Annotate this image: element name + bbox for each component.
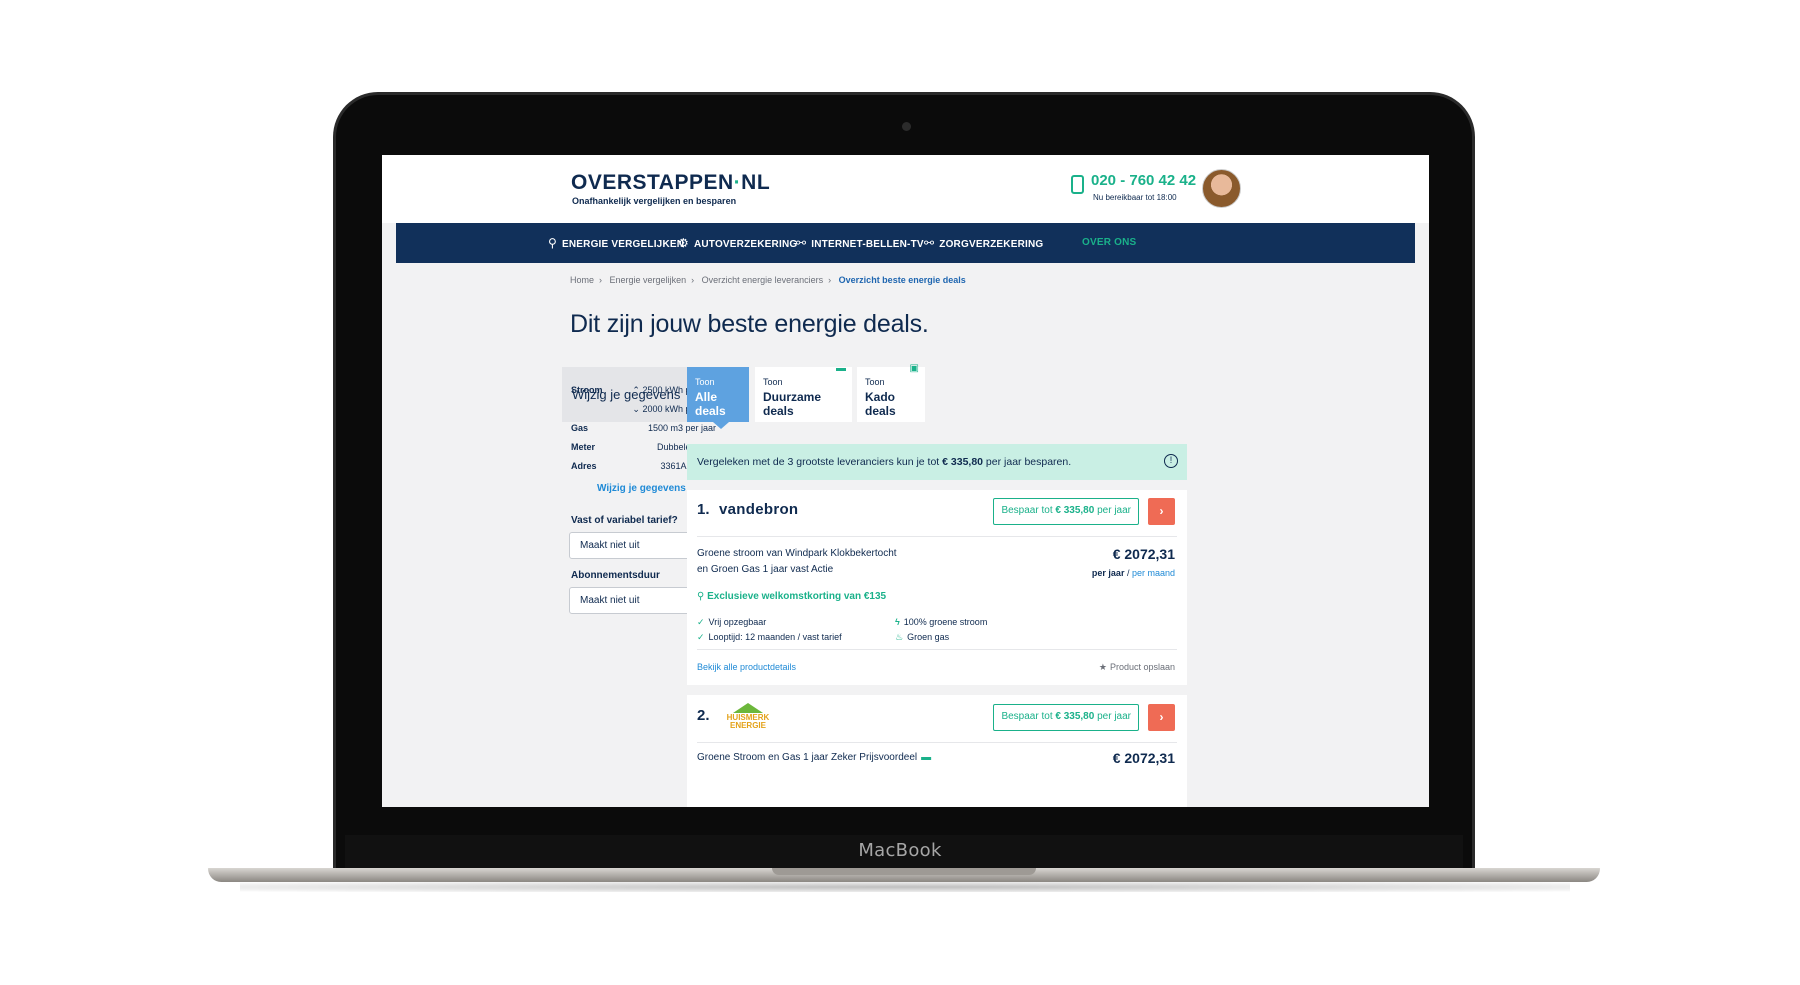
- money-icon: ▬: [921, 752, 932, 763]
- camera-icon: [902, 122, 911, 131]
- connection-icon: ⚯: [796, 236, 807, 250]
- deal-go-button[interactable]: ›: [1148, 704, 1175, 731]
- per-maand-link[interactable]: per maand: [1132, 568, 1175, 578]
- laptop-notch: [772, 868, 1036, 875]
- tab-duurzame-deals[interactable]: ▬ Toon Duurzame deals: [755, 363, 852, 422]
- site-logo[interactable]: OVERSTAPPEN·NL: [571, 171, 770, 195]
- deal-rank: 2.: [697, 707, 710, 724]
- logo-text: HUISMERK ENERGIE: [726, 713, 770, 730]
- product-name: Groene stroom van Windpark Klokbekertoch…: [697, 548, 897, 575]
- nav-over-ons[interactable]: OVER ONS: [1082, 223, 1136, 263]
- deal-rank: 1.: [697, 501, 710, 518]
- provider-logo: HUISMERK ENERGIE: [725, 703, 771, 733]
- star-icon: ★: [1098, 662, 1107, 672]
- nav-energie-vergelijken[interactable]: ⚲ ENERGIE VERGELIJKEN: [548, 223, 684, 263]
- product-save-link[interactable]: ★ Product opslaan: [1099, 662, 1175, 673]
- device-label: MacBook: [858, 840, 942, 861]
- gift-icon: ▣: [909, 363, 919, 374]
- avatar: [1202, 169, 1241, 208]
- tab-small-label: Toon: [865, 377, 885, 387]
- chevron-right-icon: ›: [599, 275, 603, 285]
- check-icon: ✓: [697, 632, 705, 642]
- bespaar-button[interactable]: Bespaar tot € 335,80 per jaar: [993, 498, 1139, 525]
- phone-icon: [1071, 175, 1084, 194]
- house-icon: [733, 703, 763, 713]
- breadcrumb-current: Overzicht beste energie deals: [838, 275, 966, 285]
- chevron-right-icon: ›: [828, 275, 832, 285]
- screen: OVERSTAPPEN·NL Onafhankelijk vergelijken…: [382, 155, 1429, 807]
- location-pin-icon: ⚲: [548, 236, 557, 250]
- deal-card: 2. HUISMERK ENERGIE Bespaar tot € 335,80…: [687, 695, 1187, 807]
- flame-icon: ♨: [895, 632, 904, 642]
- divider: [697, 649, 1177, 650]
- chevron-right-icon: ›: [691, 275, 695, 285]
- feature-item: ♨ Groen gas: [895, 632, 950, 642]
- price-period: per jaar / per maand: [1091, 568, 1175, 578]
- deal-price: € 2072,31: [1112, 750, 1175, 766]
- breadcrumb-leveranciers[interactable]: Overzicht energie leveranciers: [702, 275, 824, 285]
- money-icon: ▬: [836, 363, 846, 374]
- chevron-down-icon: ⌄: [632, 404, 643, 414]
- breadcrumb-energie[interactable]: Energie vergelijken: [610, 275, 687, 285]
- deal-go-button[interactable]: ›: [1148, 498, 1175, 525]
- nav-zorgverzekering[interactable]: ⚯ ZORGVERZEKERING: [924, 223, 1043, 263]
- breadcrumb: Home › Energie vergelijken › Overzicht ene…: [570, 275, 966, 285]
- location-pin-icon: ⚲: [697, 591, 708, 602]
- check-icon: ✓: [697, 617, 705, 627]
- phone-number[interactable]: 020 - 760 42 42: [1091, 172, 1196, 189]
- filter-tarief-label: Vast of variabel tarief?: [571, 515, 678, 526]
- health-icon: ⚯: [924, 236, 935, 250]
- site-header: OVERSTAPPEN·NL Onafhankelijk vergelijken…: [382, 155, 1429, 223]
- feature-item: ϟ 100% groene stroom: [895, 617, 988, 627]
- deal-card: 1. vandebron Bespaar tot € 335,80 per ja…: [687, 490, 1187, 685]
- bespaar-button[interactable]: Bespaar tot € 335,80 per jaar: [993, 704, 1139, 731]
- feature-item: ✓ Vrij opzegbaar: [697, 617, 767, 627]
- chevron-up-icon: ⌃: [632, 385, 643, 395]
- provider-logo: vandebron: [719, 501, 799, 518]
- info-icon[interactable]: !: [1164, 454, 1178, 468]
- savings-banner: Vergeleken met de 3 grootste leverancier…: [687, 444, 1187, 480]
- tab-alle-deals[interactable]: Toon Alle deals: [687, 367, 749, 429]
- tab-small-label: Toon: [763, 377, 783, 387]
- product-details-link[interactable]: Bekijk alle productdetails: [697, 662, 796, 672]
- page-title: Dit zijn jouw beste energie deals.: [570, 310, 929, 338]
- feature-item: ✓ Looptijd: 12 maanden / vast tarief: [697, 632, 842, 642]
- tab-label: Duurzame deals: [763, 390, 822, 418]
- main-nav: ⚲ ENERGIE VERGELIJKEN ⚙ AUTOVERZEKERING ⚯ I…: [396, 223, 1415, 263]
- lightning-icon: ϟ: [895, 617, 900, 627]
- nav-autoverzekering[interactable]: ⚙ AUTOVERZEKERING: [678, 223, 797, 263]
- wijzig-gegevens-link[interactable]: Wijzig je gegevens: [597, 483, 686, 494]
- breadcrumb-home[interactable]: Home: [570, 275, 594, 285]
- divider: [697, 536, 1177, 537]
- deal-price: € 2072,31: [1112, 546, 1175, 562]
- nav-internet-bellen-tv[interactable]: ⚯ INTERNET-BELLEN-TV: [796, 223, 924, 263]
- product-name: Groene Stroom en Gas 1 jaar Zeker Prijsv…: [697, 752, 932, 763]
- divider: [697, 742, 1177, 743]
- car-icon: ⚙: [678, 236, 689, 250]
- site-tagline: Onafhankelijk vergelijken en besparen: [572, 196, 737, 206]
- tab-small-label: Toon: [695, 377, 715, 387]
- laptop-shadow: [240, 882, 1570, 892]
- filter-duur-label: Abonnementsduur: [571, 570, 660, 581]
- tab-kado-deals[interactable]: ▣ Toon Kado deals: [857, 363, 925, 422]
- promo-text: ⚲ Exclusieve welkomstkorting van €135: [697, 591, 887, 602]
- tab-label: Alle deals: [695, 390, 726, 418]
- tab-label: Kado deals: [865, 390, 896, 418]
- phone-availability: Nu bereikbaar tot 18:00: [1093, 193, 1177, 202]
